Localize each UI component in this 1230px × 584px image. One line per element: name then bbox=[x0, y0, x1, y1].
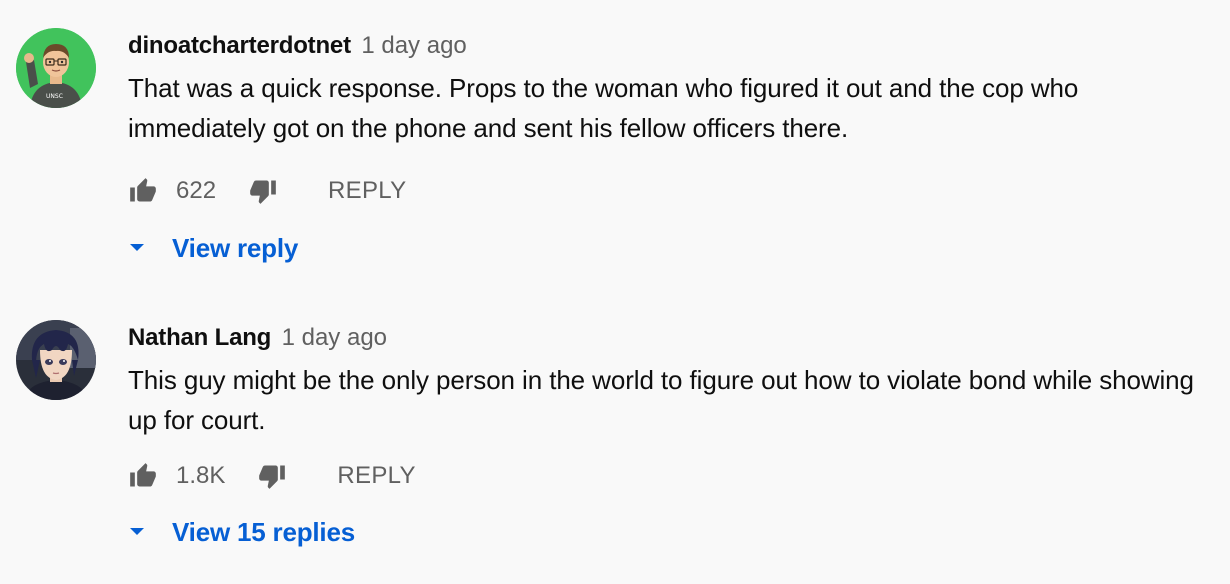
thumb-up-icon bbox=[130, 463, 156, 487]
like-button[interactable] bbox=[128, 171, 162, 211]
avatar[interactable] bbox=[16, 320, 96, 400]
view-replies-button[interactable]: View 15 replies bbox=[128, 512, 355, 552]
comment-header: dinoatcharterdotnet 1 day ago bbox=[128, 28, 1208, 64]
avatar[interactable]: UNSC bbox=[16, 28, 96, 108]
comment-text: This guy might be the only person in the… bbox=[128, 365, 1194, 435]
like-count: 1.8K bbox=[176, 462, 226, 489]
caret-down-icon bbox=[128, 512, 146, 552]
author-name[interactable]: Nathan Lang bbox=[128, 324, 271, 351]
reply-button[interactable]: REPLY bbox=[337, 462, 415, 490]
comment-text: That was a quick response. Props to the … bbox=[128, 73, 1079, 143]
comment-timestamp[interactable]: 1 day ago bbox=[361, 32, 466, 59]
avatar-xbox-character-icon: UNSC bbox=[16, 28, 96, 108]
reply-button[interactable]: REPLY bbox=[328, 177, 406, 205]
comment-body: dinoatcharterdotnet 1 day ago That was a… bbox=[128, 28, 1208, 148]
avatar-anime-character-icon bbox=[16, 320, 96, 400]
view-replies-label: View 15 replies bbox=[172, 516, 355, 547]
view-replies-button[interactable]: View reply bbox=[128, 228, 298, 268]
view-replies-label: View reply bbox=[172, 232, 299, 263]
dislike-button[interactable] bbox=[248, 171, 282, 211]
like-button[interactable] bbox=[128, 456, 162, 496]
like-count: 622 bbox=[176, 177, 217, 204]
comment-timestamp[interactable]: 1 day ago bbox=[282, 324, 387, 351]
comment-action-bar: 1.8K REPLY bbox=[128, 456, 416, 496]
dislike-button[interactable] bbox=[257, 456, 291, 496]
thumb-down-icon bbox=[250, 180, 276, 204]
comment-body: Nathan Lang 1 day ago This guy might be … bbox=[128, 320, 1208, 440]
comments-section: UNSC dinoatcharterdotnet 1 day ago That … bbox=[0, 0, 1230, 584]
author-name[interactable]: dinoatcharterdotnet bbox=[128, 32, 351, 59]
svg-text:UNSC: UNSC bbox=[46, 93, 63, 100]
thumb-down-icon bbox=[259, 465, 286, 489]
thumb-up-icon bbox=[130, 178, 156, 202]
comment-action-bar: 622 REPLY bbox=[128, 171, 406, 211]
caret-down-icon bbox=[128, 228, 146, 268]
comment-header: Nathan Lang 1 day ago bbox=[128, 320, 1208, 356]
